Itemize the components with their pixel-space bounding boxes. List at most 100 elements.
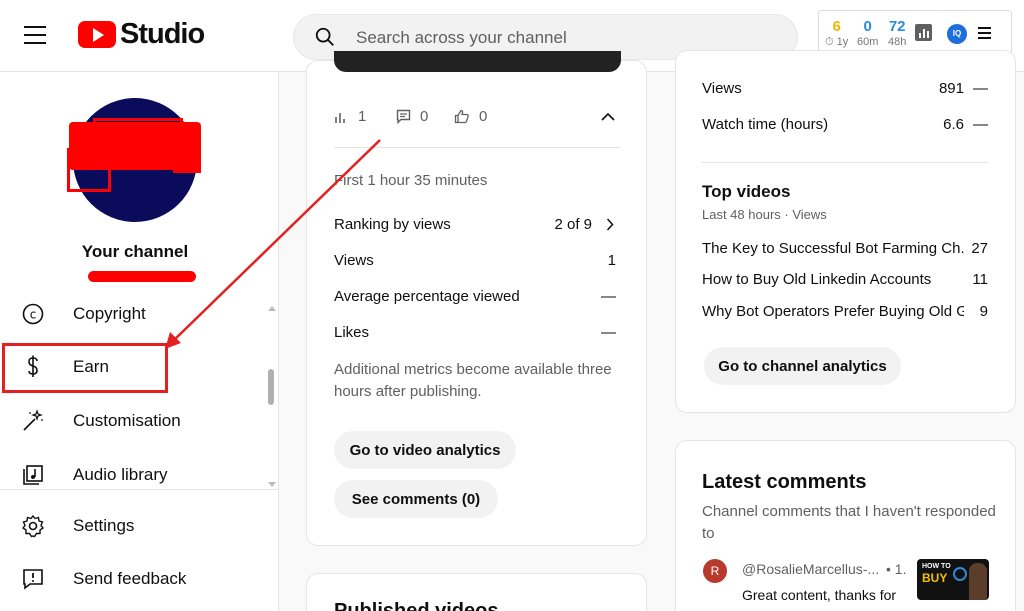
top-video-title[interactable]: Why Bot Operators Prefer Buying Old G... <box>702 303 964 320</box>
sidebar-divider <box>0 489 279 490</box>
sidebar-item-customisation[interactable]: Customisation <box>0 396 265 446</box>
search-icon[interactable] <box>314 26 336 48</box>
channel-views-label: Views <box>702 80 742 97</box>
chevron-up-icon[interactable] <box>601 112 615 121</box>
channel-analytics-card: Views 891 — Watch time (hours) 6.6 — Top… <box>675 50 1016 413</box>
video-likes-count: 0 <box>479 108 488 125</box>
your-channel-label: Your channel <box>81 242 189 261</box>
youtube-play-icon <box>78 21 116 48</box>
video-stat-views: 1 <box>334 108 366 125</box>
thumbs-up-icon <box>454 109 469 124</box>
magic-wand-icon <box>21 409 45 433</box>
avg-percentage-value: — <box>601 288 616 305</box>
comment-video-thumbnail[interactable]: HOW TO BUY <box>917 559 989 600</box>
go-to-channel-analytics-button[interactable]: Go to channel analytics <box>704 347 901 385</box>
avg-percentage-label: Average percentage viewed <box>334 288 520 305</box>
sidebar: Your channel c Copyright Earn Customisat… <box>0 72 279 611</box>
ext-stat-label: 48h <box>888 36 907 48</box>
ext-stat-label: 60m <box>857 36 879 48</box>
go-to-video-analytics-button[interactable]: Go to video analytics <box>334 431 516 469</box>
clock-icon: ⏱ <box>825 36 834 48</box>
video-stat-comments: 0 <box>396 108 428 125</box>
thumb-text: BUY <box>922 571 948 585</box>
likes-label: Likes <box>334 324 370 341</box>
gear-icon <box>21 514 45 538</box>
ext-stat-label: 1y <box>836 36 849 48</box>
latest-comments-subtitle: Channel comments that I haven't responde… <box>702 503 996 542</box>
chevron-right-icon[interactable] <box>606 218 614 231</box>
iq-badge-icon[interactable]: IQ <box>947 24 967 44</box>
extension-menu-icon[interactable] <box>978 27 991 42</box>
earn-highlight-annotation <box>2 343 168 393</box>
audio-library-icon <box>21 463 45 487</box>
thumb-person-icon <box>969 563 987 600</box>
video-stat-likes: 0 <box>454 108 487 125</box>
scroll-down-arrow[interactable] <box>268 482 276 487</box>
thumb-logo-icon <box>953 567 967 581</box>
svg-text:c: c <box>30 308 37 322</box>
ranking-label: Ranking by views <box>334 216 451 233</box>
period-label: First 1 hour 35 minutes <box>334 172 488 189</box>
sidebar-item-copyright[interactable]: c Copyright <box>0 289 265 339</box>
views-label: Views <box>334 252 374 269</box>
sidebar-item-label: Copyright <box>73 304 146 323</box>
channel-avatar[interactable] <box>67 98 201 222</box>
top-video-views: 27 <box>971 240 988 257</box>
logo-text: Studio <box>120 18 205 50</box>
channel-views-value: 891 <box>938 80 964 97</box>
sidebar-scrollbar-thumb[interactable] <box>268 369 274 405</box>
top-video-views: 9 <box>979 303 988 320</box>
comment-time: • 1. <box>886 561 907 577</box>
comment-icon <box>396 109 411 124</box>
latest-comments-card: Latest comments Channel comments that I … <box>675 440 1016 611</box>
divider <box>334 147 621 148</box>
see-comments-button[interactable]: See comments (0) <box>334 480 498 518</box>
published-videos-title: Published videos <box>334 600 499 611</box>
ext-stat-48h: 72 48h <box>888 19 906 49</box>
ranking-value: 2 of 9 <box>554 216 592 233</box>
sidebar-item-send-feedback[interactable]: Send feedback <box>0 554 265 604</box>
ext-stat-value: 72 <box>888 18 906 35</box>
bar-chart-icon <box>335 112 345 123</box>
comment-text: Great content, thanks for <box>742 587 897 603</box>
watch-time-value: 6.6 <box>943 116 964 133</box>
watch-time-label: Watch time (hours) <box>702 116 829 133</box>
sidebar-item-label: Send feedback <box>73 569 187 588</box>
metrics-note: Additional metrics become available thre… <box>334 361 612 400</box>
sidebar-item-audio-library[interactable]: Audio library <box>0 450 265 500</box>
redaction-mark <box>173 153 201 173</box>
ext-stat-value: 0 <box>863 18 872 35</box>
menu-icon[interactable] <box>24 26 46 44</box>
watch-time-trend: — <box>973 116 988 133</box>
commenter-avatar[interactable]: R <box>703 559 727 583</box>
copyright-icon: c <box>21 302 45 326</box>
channel-views-trend: — <box>973 80 988 97</box>
redaction-mark <box>88 271 196 282</box>
sidebar-item-label: Customisation <box>73 411 181 430</box>
search-input[interactable] <box>356 25 776 51</box>
scroll-up-arrow[interactable] <box>268 306 276 311</box>
sidebar-item-label: Audio library <box>73 465 168 484</box>
redaction-mark <box>67 148 111 192</box>
sidebar-item-label: Settings <box>73 516 135 535</box>
video-thumbnail[interactable] <box>334 51 621 72</box>
top-video-title[interactable]: How to Buy Old Linkedin Accounts <box>702 271 964 288</box>
sidebar-item-settings[interactable]: Settings <box>0 501 265 551</box>
top-video-title[interactable]: The Key to Successful Bot Farming Ch... <box>702 240 964 257</box>
ext-stat-1y: 6 ⏱ 1y <box>825 19 848 49</box>
ext-stat-value: 6 <box>832 18 841 35</box>
published-videos-card: Published videos <box>306 573 647 611</box>
top-video-views: 11 <box>972 271 988 288</box>
latest-comments-title: Latest comments <box>702 471 867 493</box>
ext-stat-60m: 0 60m <box>857 19 878 49</box>
video-views-count: 1 <box>358 108 367 125</box>
bar-chart-icon[interactable] <box>915 24 932 41</box>
views-value: 1 <box>607 252 616 269</box>
comment-author[interactable]: @RosalieMarcellus-... <box>742 561 879 577</box>
thumb-text: HOW TO <box>922 563 951 570</box>
top-videos-title: Top videos <box>702 182 791 201</box>
latest-video-card: 1 0 0 First 1 hour 35 minutes Ranking by… <box>306 51 647 546</box>
studio-logo[interactable]: Studio <box>78 18 205 51</box>
divider <box>702 162 989 163</box>
video-comments-count: 0 <box>420 108 429 125</box>
